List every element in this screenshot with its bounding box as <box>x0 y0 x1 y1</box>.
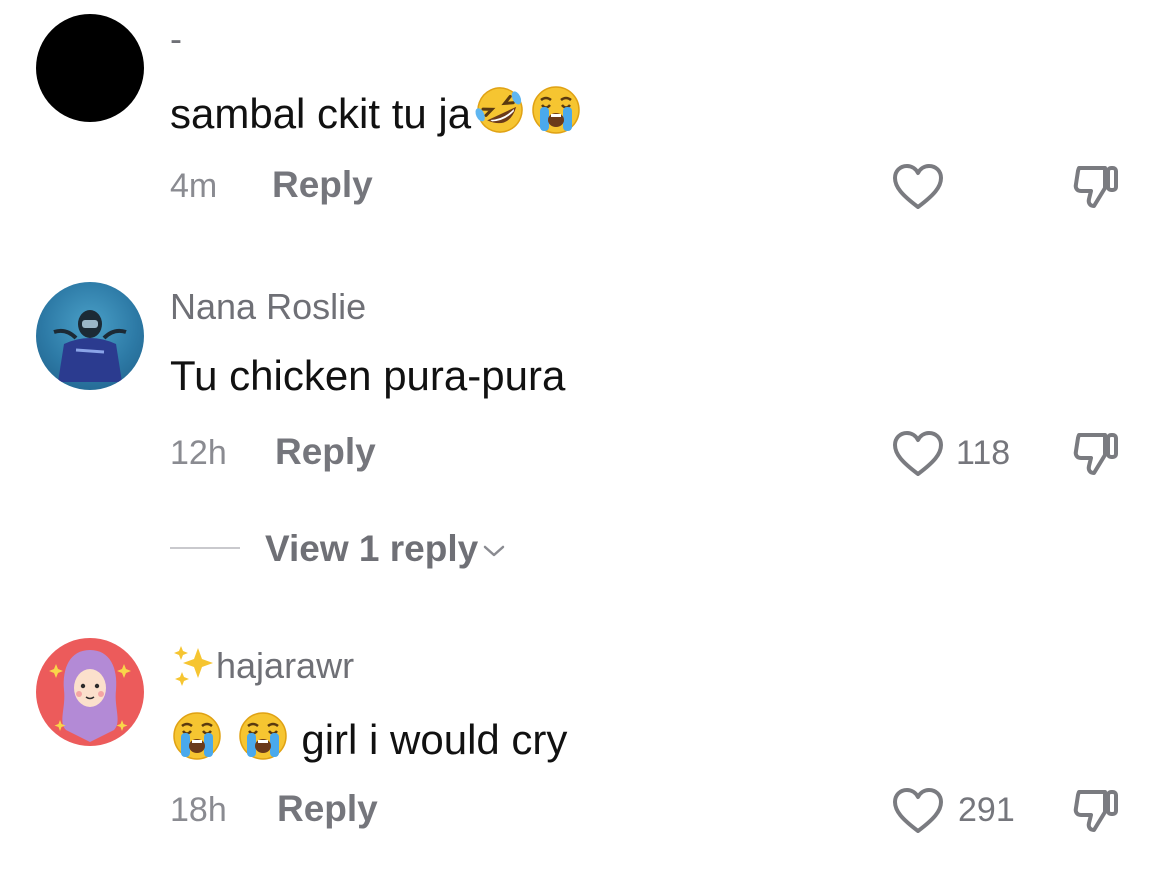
reply-button[interactable]: Reply <box>277 788 378 830</box>
comment-time: 18h <box>170 791 227 829</box>
comment-username-text: hajarawr <box>216 645 355 686</box>
reply-button[interactable]: Reply <box>275 431 376 473</box>
loudly-crying-emoji-icon <box>529 84 583 146</box>
comment-time: 12h <box>170 434 227 472</box>
chevron-down-icon <box>483 545 505 557</box>
comment-username[interactable]: hajarawr <box>170 642 354 697</box>
sparkles-emoji-icon <box>170 642 216 697</box>
reply-button[interactable]: Reply <box>272 164 373 206</box>
heart-icon[interactable] <box>892 787 944 835</box>
loudly-crying-emoji-icon <box>170 710 224 772</box>
comment-username[interactable]: Nana Roslie <box>170 286 366 328</box>
comment-text: Tu chicken pura-pura <box>170 352 566 399</box>
diver-photo <box>53 310 127 382</box>
comment-username[interactable]: - <box>170 18 182 60</box>
loudly-crying-emoji-icon <box>236 710 290 772</box>
rolling-laughing-emoji-icon <box>471 84 529 146</box>
comment-time: 4m <box>170 167 218 205</box>
like-count: 291 <box>958 791 1015 829</box>
heart-icon[interactable] <box>892 430 944 478</box>
comment-text-content: girl i would cry <box>301 716 568 763</box>
heart-icon[interactable] <box>892 163 944 211</box>
dislike-icon[interactable] <box>1072 162 1122 210</box>
view-replies-button[interactable]: View 1 reply <box>265 528 506 570</box>
view-replies-label: View 1 reply <box>265 528 479 569</box>
avatar[interactable] <box>36 14 144 122</box>
dislike-icon[interactable] <box>1072 786 1122 834</box>
comment-text-content: sambal ckit tu ja <box>170 90 472 137</box>
comment-text: sambal ckit tu ja <box>170 84 583 146</box>
replies-divider <box>170 547 240 549</box>
avatar[interactable] <box>36 638 144 746</box>
comment-text: girl i would cry <box>170 710 567 772</box>
like-count: 118 <box>956 434 1011 472</box>
hijab-girl-avatar <box>49 650 131 742</box>
dislike-icon[interactable] <box>1072 429 1122 477</box>
avatar[interactable] <box>36 282 144 390</box>
